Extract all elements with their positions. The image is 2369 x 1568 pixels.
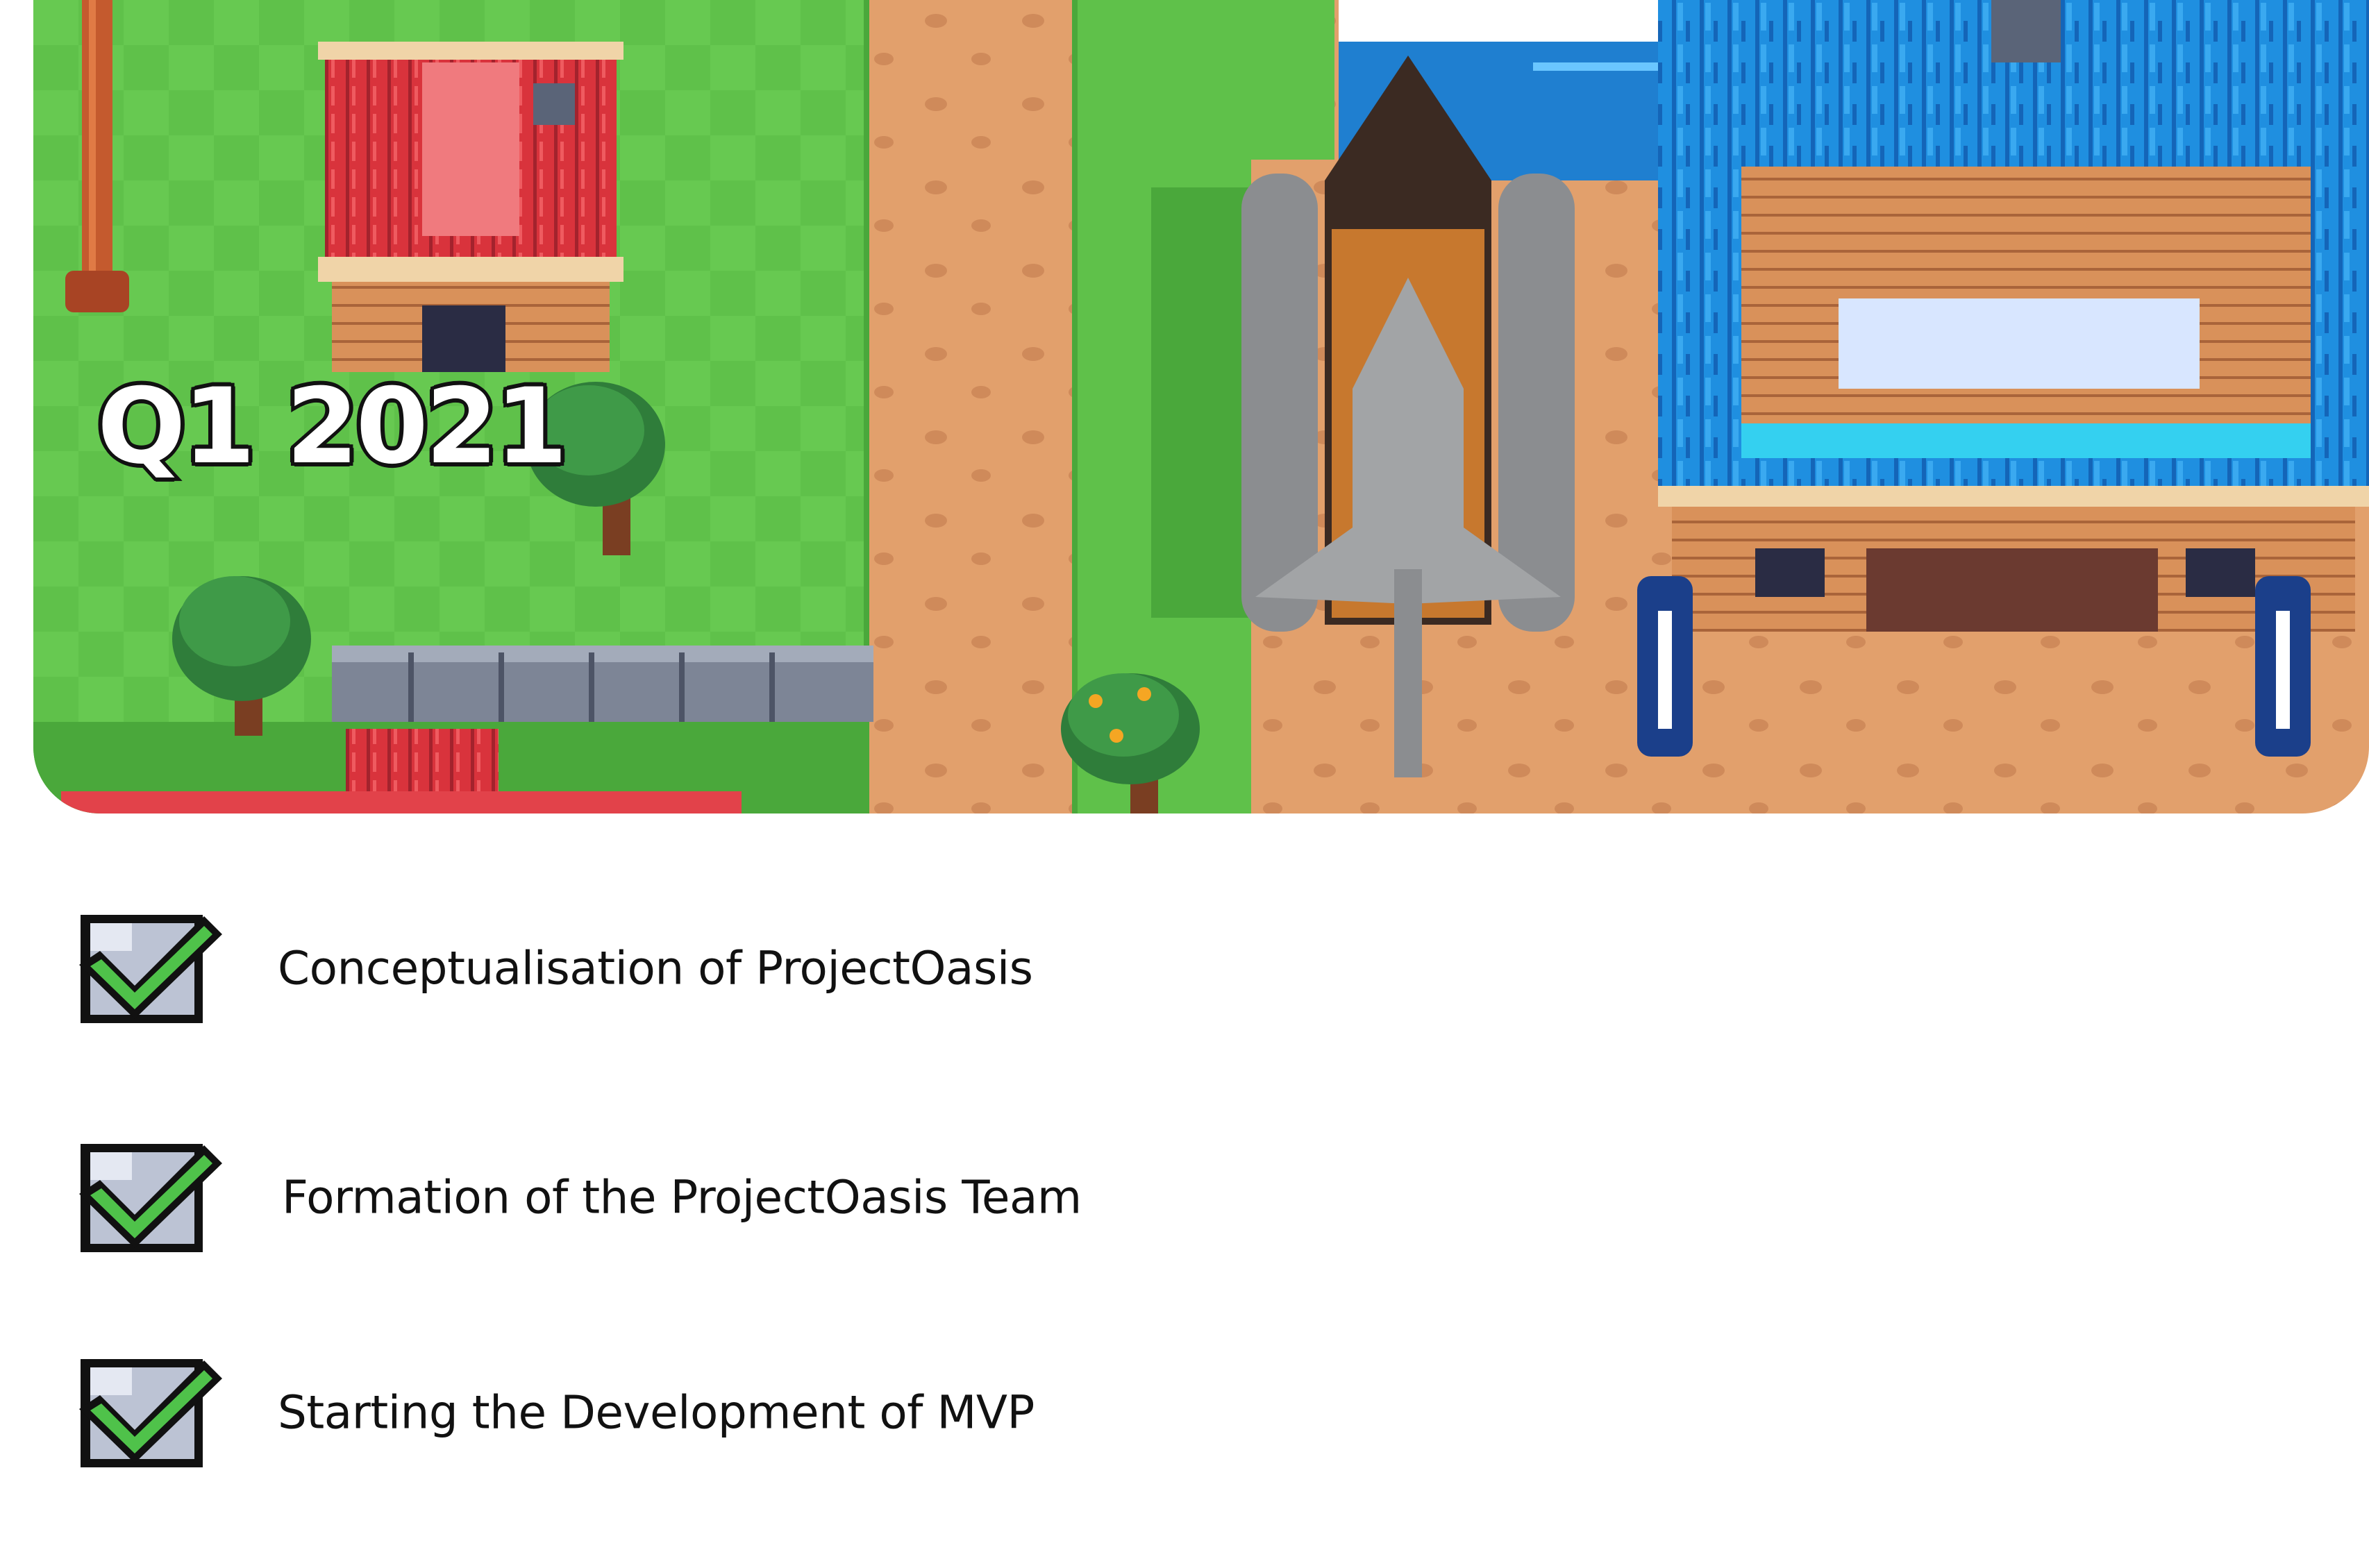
checkmark-icon <box>79 915 222 1023</box>
checklist-item-label: Formation of the ProjectOasis Team <box>282 1170 1082 1224</box>
hangar-icon <box>1658 0 2369 632</box>
barn-icon <box>318 42 623 372</box>
checklist-item-label: Conceptualisation of ProjectOasis <box>278 941 1033 995</box>
checklist-item-label: Starting the Development of MVP <box>278 1385 1035 1440</box>
fence-icon <box>332 646 873 722</box>
checklist-item: Conceptualisation of ProjectOasis <box>72 902 1391 1034</box>
checklist-item: Starting the Development of MVP <box>72 1347 1391 1478</box>
checkmark-icon <box>79 1359 222 1467</box>
checkmark-icon <box>79 1144 222 1252</box>
quarter-title: Q1 2021 <box>94 366 571 487</box>
checklist-item: Formation of the ProjectOasis Team <box>72 1131 1391 1263</box>
map-banner: Q1 2021 <box>33 0 2369 813</box>
